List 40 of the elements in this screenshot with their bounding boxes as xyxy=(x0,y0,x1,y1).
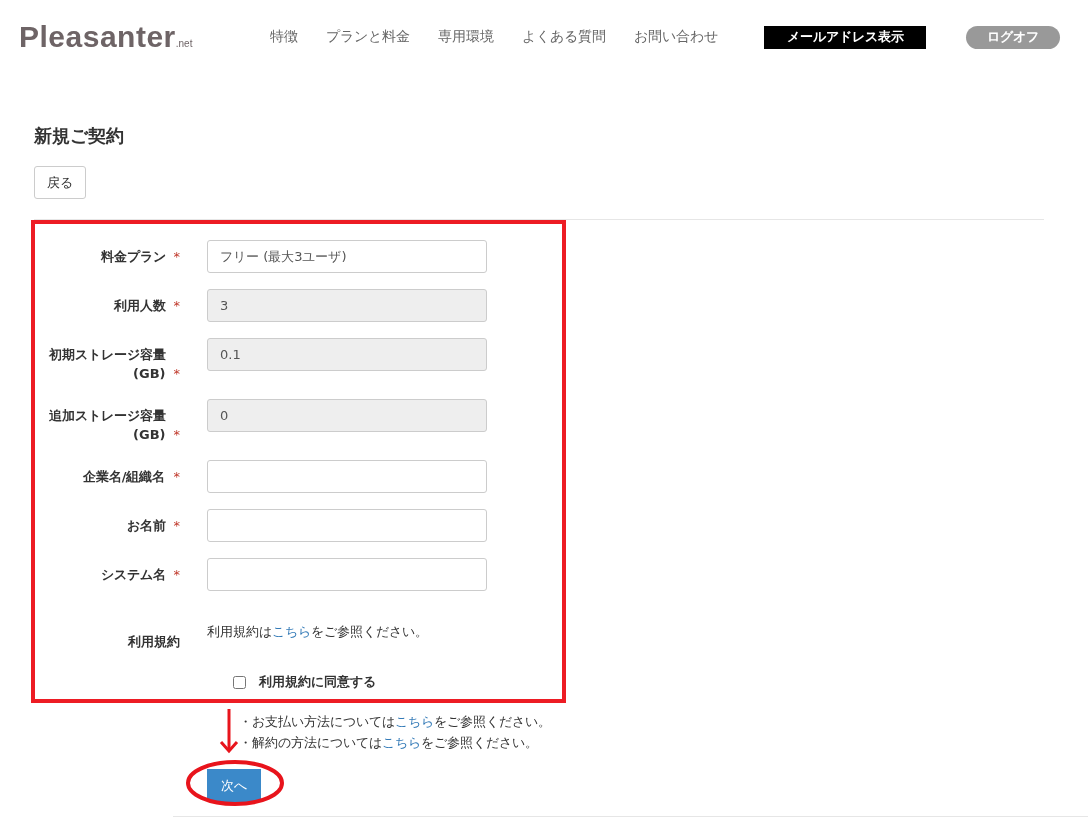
page-title: 新規ご契約 xyxy=(34,124,125,148)
input-field[interactable] xyxy=(207,558,487,591)
nav-link[interactable]: 特徴 xyxy=(270,28,299,46)
agree-checkbox[interactable] xyxy=(233,675,246,689)
required-asterisk: * xyxy=(173,366,180,381)
required-asterisk: * xyxy=(173,249,180,264)
nav-link[interactable]: プランと料金 xyxy=(326,28,411,46)
nav-link[interactable]: お問い合わせ xyxy=(634,28,719,46)
terms-sentence: 利用規約はこちら をご参照ください。 xyxy=(207,623,428,641)
logo-name: Pleasanter xyxy=(19,20,176,54)
agree-label: 利用規約に同意する xyxy=(259,673,376,691)
nav-link[interactable]: 専用環境 xyxy=(438,28,495,46)
required-asterisk: * xyxy=(173,518,180,533)
required-asterisk: * xyxy=(173,427,180,442)
note-link[interactable]: こちら xyxy=(395,714,434,729)
input-field[interactable] xyxy=(207,509,487,542)
input-field[interactable]: フリー (最大3ユーザ) xyxy=(207,240,487,273)
email-display-button[interactable]: メールアドレス表示 xyxy=(764,25,927,49)
required-asterisk: * xyxy=(173,469,180,484)
down-arrow xyxy=(219,709,239,754)
field-label: 利用規約 xyxy=(127,633,180,651)
note-sentence: ・解約の方法についてはこちら をご参照ください。 xyxy=(239,734,539,752)
field-label: 初期ストレージ容量 (GB) xyxy=(47,346,166,383)
field-label: 利用人数 xyxy=(113,297,166,315)
back-button[interactable]: 戻る xyxy=(34,166,86,199)
field-label: システム名 xyxy=(100,566,166,584)
logo-suffix: .net xyxy=(175,38,193,49)
required-asterisk: * xyxy=(173,567,180,582)
field-label: 企業名/組織名 xyxy=(82,468,166,486)
note-link[interactable]: こちら xyxy=(382,735,421,750)
input-field[interactable] xyxy=(207,460,487,493)
field-label: お名前 xyxy=(126,517,166,535)
field-label: 追加ストレージ容量 (GB) xyxy=(47,407,166,444)
next-button[interactable]: 次へ xyxy=(207,769,261,802)
required-asterisk: * xyxy=(173,298,180,313)
field-label: 料金プラン xyxy=(100,248,166,266)
note-sentence: ・お支払い方法についてはこちら をご参照ください。 xyxy=(239,713,552,731)
logo[interactable]: Pleasanter.net xyxy=(19,20,193,54)
nav-link[interactable]: よくある質問 xyxy=(522,28,607,46)
terms-link[interactable]: こちら xyxy=(272,624,311,639)
